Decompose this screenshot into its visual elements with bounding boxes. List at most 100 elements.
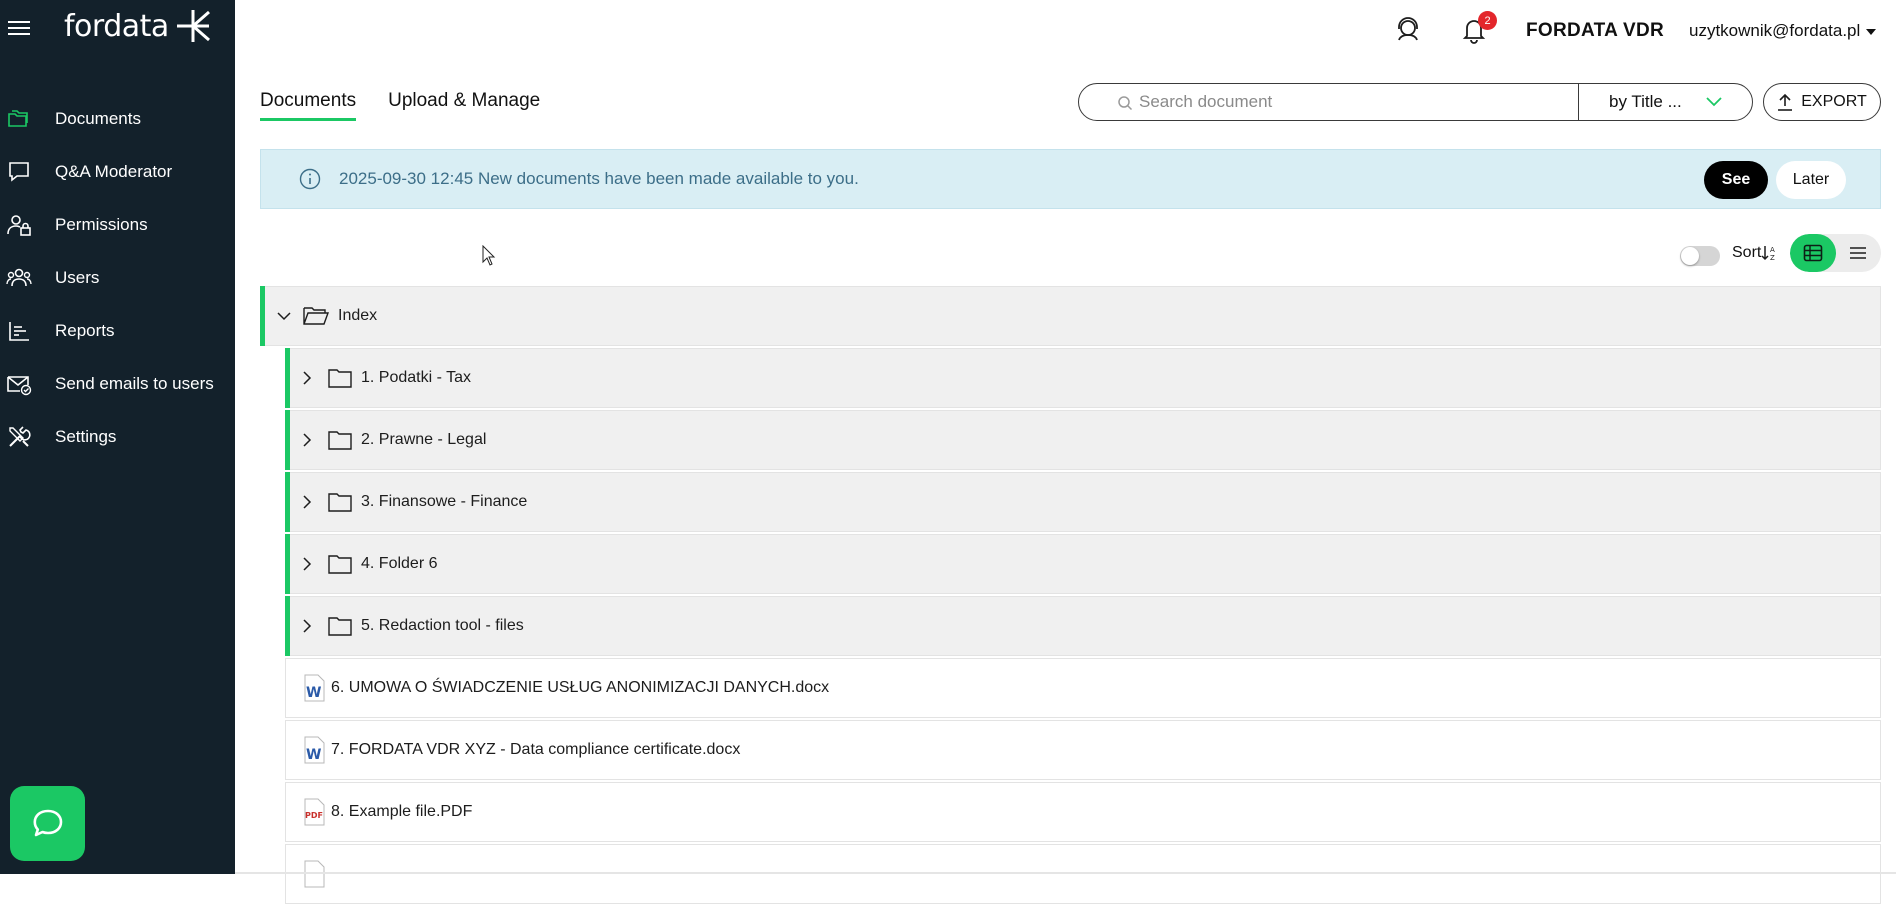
sidebar-item-label: Settings	[55, 426, 117, 446]
sidebar-nav: Documents Q&A Moderator Permissions User…	[0, 92, 235, 463]
tab-documents[interactable]: Documents	[260, 90, 357, 121]
new-documents-notice: 2025-09-30 12:45 New documents have been…	[260, 149, 1881, 209]
search-by-label: by Title ...	[1609, 92, 1682, 111]
sidebar-item-qa-moderator[interactable]: Q&A Moderator	[0, 145, 235, 198]
svg-text:Z: Z	[1770, 254, 1775, 262]
file-name: 8. Example file.PDF	[331, 803, 473, 820]
chat-support-button[interactable]	[10, 786, 85, 861]
sort-toggle[interactable]	[1680, 246, 1720, 266]
sidebar-item-label: Send emails to users	[55, 373, 214, 393]
tree-folder[interactable]: 1. Podatki - Tax	[285, 348, 1881, 408]
search-bar: by Title ...	[1078, 83, 1753, 121]
top-bar: 2 FORDATA VDR uzytkownik@fordata.pl	[235, 0, 1896, 64]
sidebar-item-send-emails[interactable]: Send emails to users	[0, 357, 235, 410]
tree-folder[interactable]: 2. Prawne - Legal	[285, 410, 1881, 470]
folders-icon	[8, 109, 28, 127]
brand-title: FORDATA VDR	[1526, 20, 1665, 41]
later-button[interactable]: Later	[1776, 161, 1846, 199]
folder-name: 5. Redaction tool - files	[361, 617, 524, 634]
notice-text: 2025-09-30 12:45 New documents have been…	[339, 169, 859, 188]
export-label: EXPORT	[1801, 93, 1867, 110]
table-view-icon	[1803, 244, 1823, 262]
file-name: 7. FORDATA VDR XYZ - Data compliance cer…	[331, 741, 741, 758]
chevron-right-icon[interactable]	[302, 495, 322, 509]
search-field-wrap	[1079, 84, 1579, 120]
fordata-logo[interactable]: fordata	[64, 8, 211, 44]
tools-icon	[9, 425, 31, 447]
chevron-down-icon[interactable]	[277, 311, 297, 321]
chat-bubble-icon	[33, 809, 62, 836]
support-icon[interactable]	[1395, 16, 1421, 49]
sort-button[interactable]: Sort A Z	[1732, 244, 1779, 262]
folder-name: 1. Podatki - Tax	[361, 369, 471, 386]
tree-file[interactable]: W 7. FORDATA VDR XYZ - Data compliance c…	[285, 720, 1881, 780]
word-file-icon: W	[302, 674, 326, 702]
sidebar-item-documents[interactable]: Documents	[0, 92, 235, 145]
sort-az-icon: A Z	[1761, 246, 1775, 262]
tree-folder[interactable]: 3. Finansowe - Finance	[285, 472, 1881, 532]
tab-upload-manage[interactable]: Upload & Manage	[388, 90, 540, 121]
upload-icon	[1778, 93, 1793, 111]
svg-text:PDF: PDF	[305, 811, 323, 820]
sort-label: Sort	[1732, 244, 1762, 261]
user-menu[interactable]: uzytkownik@fordata.pl	[1689, 21, 1877, 41]
pdf-file-icon: PDF	[302, 798, 326, 826]
search-icon	[1118, 96, 1133, 111]
user-lock-icon	[7, 214, 31, 236]
info-icon	[299, 168, 321, 190]
sidebar-item-users[interactable]: Users	[0, 251, 235, 304]
tree-file-partial[interactable]	[285, 844, 1881, 904]
list-icon	[1850, 247, 1867, 259]
svg-text:A: A	[1770, 246, 1775, 254]
search-input[interactable]	[1139, 92, 1578, 112]
tree-file[interactable]: PDF 8. Example file.PDF	[285, 782, 1881, 842]
notifications-button[interactable]: 2	[1462, 11, 1497, 49]
sidebar-item-label: Documents	[55, 108, 141, 128]
sidebar-item-permissions[interactable]: Permissions	[0, 198, 235, 251]
user-email: uzytkownik@fordata.pl	[1689, 21, 1861, 40]
sidebar-item-settings[interactable]: Settings	[0, 410, 235, 463]
main-tabs: Documents Upload & Manage	[260, 90, 572, 121]
pdf-file-icon	[302, 860, 326, 888]
chevron-right-icon[interactable]	[302, 371, 322, 385]
mouse-cursor-icon	[482, 245, 496, 266]
sidebar-item-label: Permissions	[55, 214, 148, 234]
folder-icon	[328, 368, 352, 388]
chevron-right-icon[interactable]	[302, 557, 322, 571]
chart-icon	[9, 321, 29, 341]
file-name: 6. UMOWA O ŚWIADCZENIE USŁUG ANONIMIZACJ…	[331, 679, 830, 696]
document-tree: Index 1. Podatki - Tax 2. Prawne - Legal…	[260, 286, 1881, 906]
folder-name: Index	[338, 307, 378, 324]
notification-badge: 2	[1478, 11, 1497, 30]
tree-folder[interactable]: 5. Redaction tool - files	[285, 596, 1881, 656]
folder-icon	[328, 492, 352, 512]
tree-root-folder[interactable]: Index	[260, 286, 1881, 346]
tree-folder[interactable]: 4. Folder 6	[285, 534, 1881, 594]
svg-text:W: W	[306, 747, 321, 763]
export-button[interactable]: EXPORT	[1763, 83, 1881, 121]
users-icon	[6, 268, 32, 286]
see-button[interactable]: See	[1704, 161, 1768, 199]
word-file-icon: W	[302, 736, 326, 764]
folder-name: 4. Folder 6	[361, 555, 438, 572]
sidebar-item-label: Q&A Moderator	[55, 161, 173, 181]
sidebar: fordata Documents Q&A Moderator Permissi…	[0, 0, 235, 874]
folder-icon	[328, 430, 352, 450]
mail-check-icon	[7, 375, 32, 395]
chevron-right-icon[interactable]	[302, 433, 322, 447]
svg-text:W: W	[306, 685, 321, 701]
view-toolbar: Sort A Z	[1680, 234, 1881, 272]
view-mode-switch	[1790, 234, 1881, 272]
folder-icon	[328, 554, 352, 574]
chevron-right-icon[interactable]	[302, 619, 322, 633]
folder-name: 3. Finansowe - Finance	[361, 493, 528, 510]
search-by-select[interactable]: by Title ...	[1579, 84, 1752, 120]
sidebar-item-label: Reports	[55, 320, 115, 340]
folder-icon	[328, 616, 352, 636]
grid-view-button[interactable]	[1790, 234, 1836, 272]
list-view-button[interactable]	[1836, 234, 1882, 272]
sidebar-item-reports[interactable]: Reports	[0, 304, 235, 357]
sidebar-item-label: Users	[55, 267, 100, 287]
tree-file[interactable]: W 6. UMOWA O ŚWIADCZENIE USŁUG ANONIMIZA…	[285, 658, 1881, 718]
menu-icon[interactable]	[8, 18, 30, 40]
